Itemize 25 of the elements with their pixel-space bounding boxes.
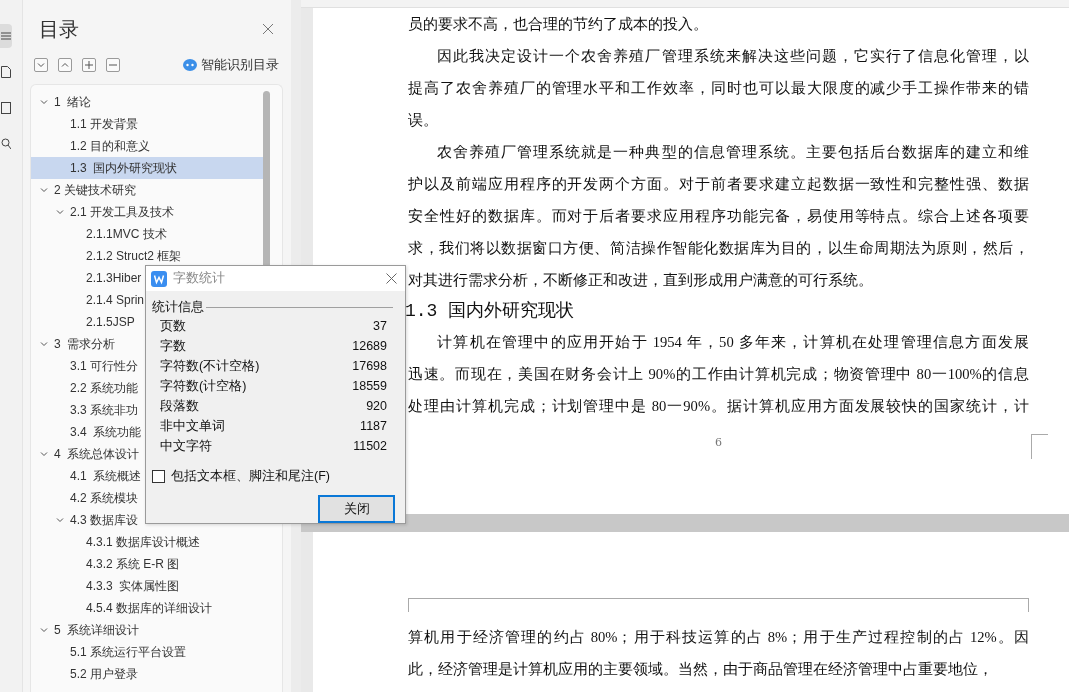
stat-label: 字数	[160, 337, 186, 355]
panel-title: 目录	[39, 16, 79, 42]
stat-label: 字符数(不计空格)	[160, 357, 260, 375]
stat-label: 段落数	[160, 397, 199, 415]
checkbox-label: 包括文本框、脚注和尾注(F)	[171, 468, 330, 485]
paragraph: 因此我决定设计一个农舍养殖厂管理系统来解决这些问题，它实行了信息化管理，以 提高了农舍养殖厂的管理水平和工作效率，同时也可以最大限度的减少手工操作带来的错 误。	[408, 47, 1029, 130]
paragraph: 农舍养殖厂管理系统就是一种典型的信息管理系统。主要包括后台数据库的建立和维 护以及前端应用程序的开发两个方面。对于前者要求建立起数据一致性和完整性强、数据 安全性好的数据库。而对于后者要求应用程序功能完备，易使用等特点。综合上述各项要 求，我们将以数据窗口方便、简洁操作智能化数据库为目的，以生命周期法为原则，然后， 对其进行需求分析，不断修正和改进，直到形成用户满意的可行系统。	[408, 143, 1029, 290]
stat-label: 字符数(计空格)	[160, 377, 247, 395]
stat-label: 非中文单词	[160, 417, 225, 435]
stat-label: 页数	[160, 317, 186, 335]
stat-value: 37	[373, 319, 387, 333]
page-number: 6	[714, 436, 723, 449]
paragraph: 员的要求不高，也合理的节约了成本的投入。	[408, 15, 709, 34]
stat-value: 11502	[353, 439, 387, 453]
stat-value: 18559	[352, 379, 387, 393]
stat-value: 17698	[352, 359, 387, 373]
paragraph: 算机用于经济管理的约占 80%；用于科技运算的占 8%；用于生产过程控制的占 12%。因 此，经济管理是计算机应用的主要领域。当然，由于商品管理在经济管理中占重要地位，	[408, 628, 1029, 680]
stat-value: 920	[366, 399, 387, 413]
paragraph: 计算机在管理中的应用开始于 1954 年，50 多年来，计算机在处理管理信息方面发展 迅速。而现在，美国在财务会计上 90%的工作由计算机完成；物资管理中 80一100%的信息 处理由计算机完成；计划管理中是 80一90%。据计算机应用方面发展较快的国家统计，计	[408, 333, 1029, 416]
stat-label: 中文字符	[160, 437, 212, 455]
section-heading: 1.3 国内外研究现状	[405, 300, 576, 323]
dialog-title: 字数统计	[173, 270, 226, 287]
stat-value: 12689	[352, 339, 387, 353]
group-title: 统计信息	[152, 298, 204, 316]
stat-value: 1187	[360, 419, 387, 433]
